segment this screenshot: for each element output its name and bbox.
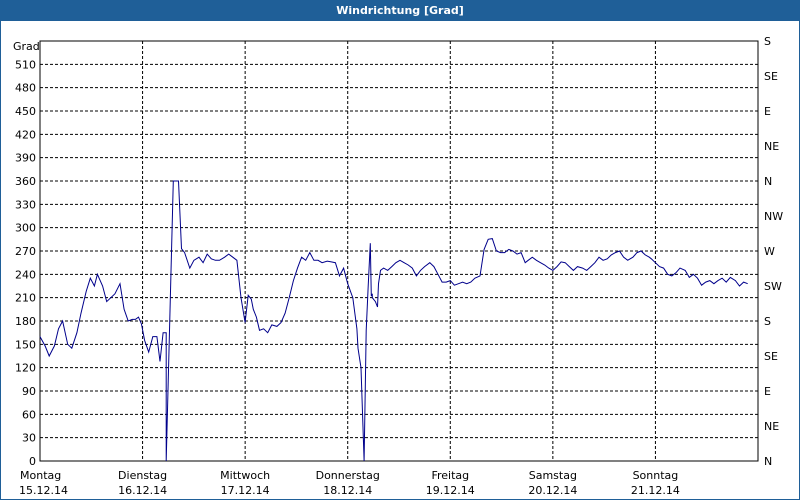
y-axis-ticks: 0 30 60 90 120 150 180 210 240 270 300 330 360 390 420… xyxy=(15,58,36,468)
y-tick-label: 150 xyxy=(15,338,36,351)
right-tick-label: E xyxy=(764,385,771,398)
x-tick-date: 19.12.14 xyxy=(426,484,475,497)
grid-lines xyxy=(40,41,758,461)
right-tick-label: SW xyxy=(764,280,782,293)
y-tick-label: 450 xyxy=(15,105,36,118)
y-tick-label: 420 xyxy=(15,128,36,141)
x-tick-day: Sonntag xyxy=(633,469,679,482)
x-tick-day: Freitag xyxy=(431,469,469,482)
y-tick-label: 330 xyxy=(15,198,36,211)
right-tick-label: SE xyxy=(764,70,778,83)
x-tick-date: 18.12.14 xyxy=(323,484,372,497)
x-tick-date: 21.12.14 xyxy=(631,484,680,497)
x-tick-day: Samstag xyxy=(529,469,577,482)
right-tick-label: W xyxy=(764,245,775,258)
wind-direction-chart: Grad 0 30 60 90 120 150 180 210 240 270 300 330 360 3… xyxy=(13,35,783,497)
y-tick-label: 240 xyxy=(15,268,36,281)
x-axis-ticks: Montag 15.12.14 Dienstag 16.12.14 Mittwoch 17… xyxy=(19,469,680,497)
right-tick-label: S xyxy=(764,35,771,48)
y-tick-label: 180 xyxy=(15,315,36,328)
x-tick-day: Mittwoch xyxy=(220,469,270,482)
y-tick-label: 90 xyxy=(22,385,36,398)
x-tick-day: Dienstag xyxy=(118,469,167,482)
x-tick-day: Donnerstag xyxy=(316,469,380,482)
y-tick-label: 300 xyxy=(15,222,36,235)
right-axis-ticks: N NE E SE S SW W NW N NE E SE S xyxy=(764,35,783,468)
right-tick-label: SE xyxy=(764,350,778,363)
y-tick-label: 210 xyxy=(15,292,36,305)
y-tick-label: 30 xyxy=(22,432,36,445)
x-tick-date: 16.12.14 xyxy=(118,484,167,497)
y-tick-label: 510 xyxy=(15,58,36,71)
x-tick-date: 17.12.14 xyxy=(221,484,270,497)
y-tick-label: 390 xyxy=(15,152,36,165)
y-tick-label: 480 xyxy=(15,82,36,95)
y-tick-label: 120 xyxy=(15,362,36,375)
y-tick-label: 270 xyxy=(15,245,36,258)
y-tick-label: 360 xyxy=(15,175,36,188)
y-tick-label: 60 xyxy=(22,408,36,421)
x-tick-date: 20.12.14 xyxy=(528,484,577,497)
right-tick-label: N xyxy=(764,175,772,188)
right-tick-label: E xyxy=(764,105,771,118)
right-tick-label: NE xyxy=(764,140,779,153)
right-tick-label: NW xyxy=(764,210,783,223)
right-tick-label: S xyxy=(764,315,771,328)
y-tick-label: 0 xyxy=(29,455,36,468)
right-tick-label: NE xyxy=(764,420,779,433)
right-tick-label: N xyxy=(764,455,772,468)
y-axis-label: Grad xyxy=(13,40,40,53)
x-tick-day: Montag xyxy=(20,469,61,482)
x-tick-date: 15.12.14 xyxy=(19,484,68,497)
